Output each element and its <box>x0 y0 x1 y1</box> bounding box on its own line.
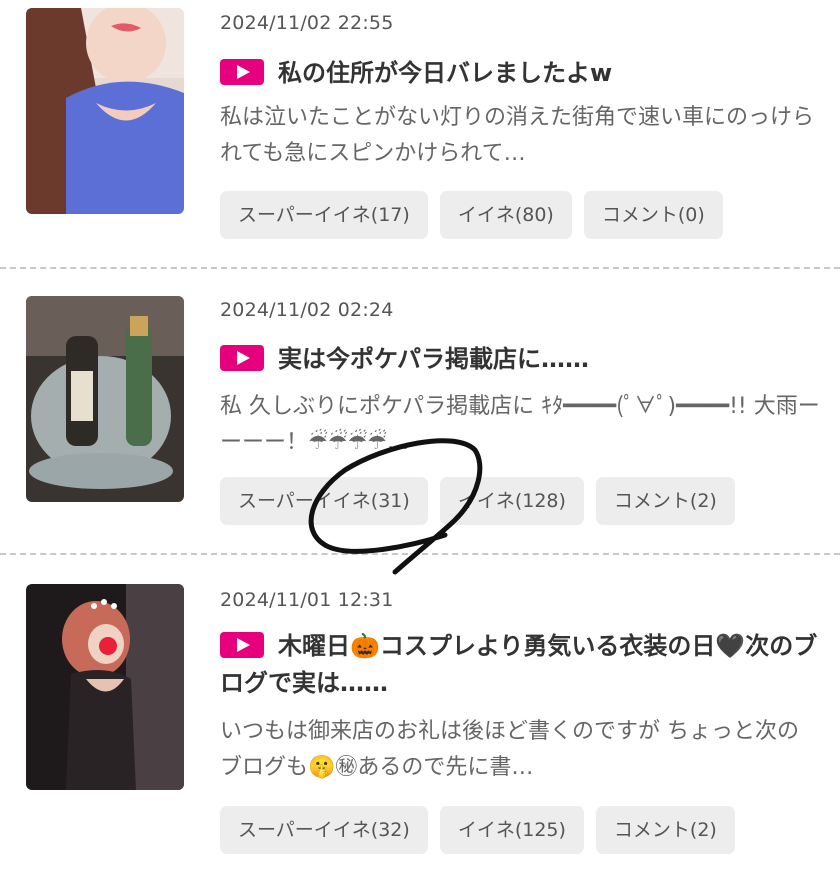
comment-button[interactable]: コメント(0) <box>583 191 723 239</box>
video-play-icon <box>220 59 264 85</box>
post-actions: スーパーイイネ(32) イイネ(125) コメント(2) <box>220 806 735 854</box>
like-button[interactable]: イイネ(80) <box>439 191 572 239</box>
comment-button[interactable]: コメント(2) <box>595 477 735 525</box>
divider <box>0 553 840 555</box>
like-button[interactable]: イイネ(128) <box>439 477 584 525</box>
post-thumbnail[interactable] <box>26 296 184 502</box>
comment-button[interactable]: コメント(2) <box>595 806 735 854</box>
post-title[interactable]: 木曜日🎃コスプレより勇気いる衣装の日🖤次のブログで実は…… <box>220 628 820 702</box>
post-date: 2024/11/01 12:31 <box>220 589 394 611</box>
post-date: 2024/11/02 02:24 <box>220 299 394 321</box>
post-title-text[interactable]: 私の住所が今日バレましたよw <box>278 59 612 87</box>
post-title[interactable]: 実は今ポケパラ掲載店に…… <box>220 341 820 378</box>
post-excerpt: いつもは御来店のお礼は後ほど書くのですが ちょっと次のブログも🤫㊙あるので先に書… <box>220 719 799 780</box>
super-like-button[interactable]: スーパーイイネ(32) <box>220 806 428 854</box>
video-play-icon <box>220 345 264 371</box>
super-like-button[interactable]: スーパーイイネ(31) <box>220 477 428 525</box>
post-title[interactable]: 私の住所が今日バレましたよw <box>220 55 820 92</box>
super-like-button[interactable]: スーパーイイネ(17) <box>220 191 428 239</box>
post-title-text[interactable]: 実は今ポケパラ掲載店に…… <box>278 345 589 373</box>
post-excerpt: 私 久しぶりにポケパラ掲載店に ｷﾀ━━━━(ﾟ∀ﾟ)━━━━!! 大雨ーーーー… <box>220 394 820 455</box>
video-play-icon <box>220 632 264 658</box>
divider <box>0 267 840 269</box>
post-thumbnail[interactable] <box>26 584 184 790</box>
post-actions: スーパーイイネ(31) イイネ(128) コメント(2) <box>220 477 735 525</box>
post-actions: スーパーイイネ(17) イイネ(80) コメント(0) <box>220 191 723 239</box>
post-thumbnail[interactable] <box>26 8 184 214</box>
like-button[interactable]: イイネ(125) <box>439 806 584 854</box>
post-date: 2024/11/02 22:55 <box>220 12 394 34</box>
post-title-text[interactable]: 木曜日🎃コスプレより勇気いる衣装の日🖤次のブログで実は…… <box>220 632 817 697</box>
post-excerpt: 私は泣いたことがない灯りの消えた街角で速い車にのっけられても急にスピンかけられて… <box>220 105 815 166</box>
